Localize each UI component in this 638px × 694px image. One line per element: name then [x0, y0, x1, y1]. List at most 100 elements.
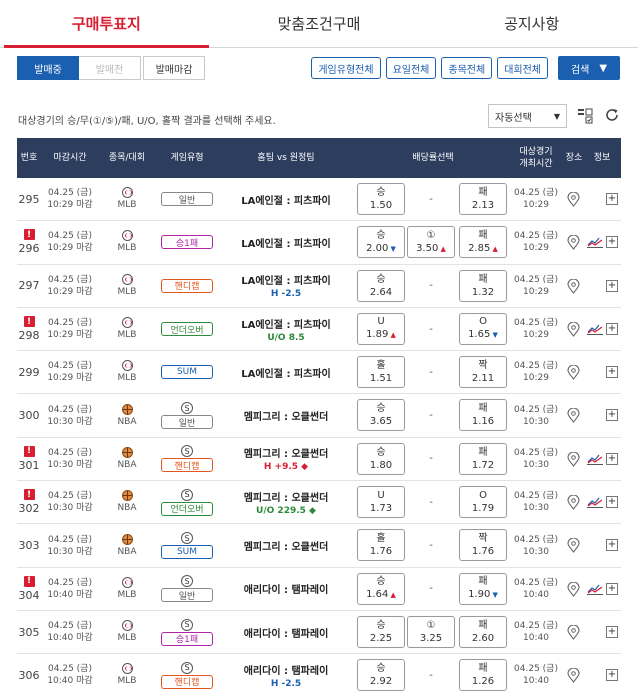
- tab-custom-purchase[interactable]: 맞춤조건구매: [213, 0, 426, 47]
- odds-button[interactable]: 패 2.85 ▲: [459, 226, 507, 259]
- match-cell: 애리다이 : 탬파레이 H -2.5: [219, 654, 353, 694]
- odds-button[interactable]: 승 2.92: [357, 659, 405, 692]
- expand-plus-icon[interactable]: +: [606, 539, 618, 552]
- location-pin-icon[interactable]: [567, 538, 580, 554]
- odds-value-row: 1.89 ▲: [366, 328, 396, 342]
- odds-button[interactable]: 홀 1.51: [357, 356, 405, 389]
- tab-notice[interactable]: 공지사항: [425, 0, 638, 47]
- baseball-icon: [121, 273, 133, 285]
- expand-plus-icon[interactable]: +: [606, 625, 618, 638]
- odds-chart-icon[interactable]: [587, 496, 603, 509]
- odds-button[interactable]: 패 1.72: [459, 442, 507, 475]
- arrow-down-icon: ▼: [490, 591, 498, 600]
- odds-chart-icon[interactable]: [587, 236, 603, 249]
- expand-plus-icon[interactable]: +: [606, 496, 618, 509]
- odds-button[interactable]: 승 2.00 ▼: [357, 226, 405, 259]
- expand-plus-icon[interactable]: +: [606, 452, 618, 465]
- location-pin-icon[interactable]: [567, 235, 580, 251]
- odds-button[interactable]: 승 1.50: [357, 183, 405, 215]
- odds-value: 2.00: [366, 242, 389, 254]
- odds-button[interactable]: 패 1.16: [459, 399, 507, 432]
- odds-button[interactable]: 짝 1.76: [459, 529, 507, 562]
- search-button[interactable]: 검색 ▼: [558, 56, 620, 80]
- location-pin-icon[interactable]: [567, 581, 580, 597]
- location-pin-icon[interactable]: [567, 278, 580, 294]
- odds-chart-icon[interactable]: [587, 583, 603, 595]
- league-name: MLB: [117, 373, 137, 384]
- odds-value: 2.92: [369, 676, 393, 688]
- row-number-cell: 305: [17, 611, 41, 653]
- row-number: 299: [18, 365, 40, 379]
- match-teams: LA에인절 : 피츠파이: [241, 276, 331, 288]
- location-pin-icon[interactable]: [567, 192, 580, 207]
- odds-button[interactable]: O 1.65 ▼: [459, 312, 507, 345]
- game-type-badge: 핸디캡: [161, 278, 213, 293]
- expand-plus-icon[interactable]: +: [606, 193, 618, 205]
- on-sale-tab[interactable]: 발매중: [17, 56, 79, 80]
- row-number-cell: 300: [17, 394, 41, 436]
- league-filter[interactable]: 대회전체: [497, 57, 548, 79]
- auto-select-dropdown[interactable]: 자동선택 ▼: [488, 104, 567, 128]
- expand-plus-icon[interactable]: +: [606, 279, 618, 292]
- odds-button[interactable]: 짝 2.11: [459, 356, 507, 389]
- odds-button[interactable]: 승 3.65: [357, 399, 405, 432]
- odds-chart-icon[interactable]: [587, 323, 603, 335]
- odds-label: 패: [478, 663, 488, 675]
- pre-sale-tab[interactable]: 발매전: [79, 56, 141, 80]
- day-filter[interactable]: 요일전체: [385, 57, 437, 79]
- location-pin-icon[interactable]: [567, 451, 580, 467]
- deadline-time: 10:29 마감: [47, 200, 93, 211]
- location-pin-icon[interactable]: [567, 495, 580, 510]
- row-number: 302: [18, 502, 40, 516]
- location-pin-icon[interactable]: [567, 624, 580, 640]
- game-type-filter[interactable]: 게임유형전체: [311, 57, 381, 79]
- odds-label: O: [479, 316, 487, 328]
- expand-plus-icon[interactable]: +: [606, 322, 618, 335]
- odds-button[interactable]: O 1.79: [459, 486, 507, 519]
- odds-value: 1.65: [468, 329, 491, 341]
- match-cell: 멤피그리 : 오클썬더: [219, 524, 353, 566]
- league-name: NBA: [117, 459, 137, 470]
- location-pin-icon[interactable]: [567, 668, 580, 684]
- odds-button[interactable]: 승 2.25: [357, 615, 405, 648]
- row-number: 303: [18, 539, 40, 553]
- expand-plus-icon[interactable]: +: [606, 366, 618, 379]
- odds-button[interactable]: 패 1.90 ▼: [459, 572, 507, 605]
- odds-button[interactable]: 승 2.64: [357, 269, 405, 302]
- odds-button[interactable]: 패 2.60: [459, 615, 507, 648]
- odds-button[interactable]: ① 3.25: [407, 615, 455, 648]
- sport-filter[interactable]: 종목전체: [441, 57, 493, 79]
- start-time: 10:29: [523, 330, 549, 341]
- odds-button[interactable]: 홀 1.76: [357, 529, 405, 562]
- sale-closed-tab[interactable]: 발매마감: [143, 56, 205, 80]
- expand-plus-icon[interactable]: +: [606, 236, 618, 249]
- deadline-date: 04.25 (금): [48, 621, 92, 632]
- filter-bar: 게임유형전체 요일전체 종목전체 대회전체: [311, 57, 548, 79]
- odds-button[interactable]: ① 3.50 ▲: [407, 226, 455, 259]
- odds-button[interactable]: U 1.73: [357, 486, 405, 519]
- expand-plus-icon[interactable]: +: [606, 582, 618, 595]
- odds-button[interactable]: 승 1.80: [357, 442, 405, 475]
- location-pin-icon[interactable]: [567, 321, 580, 337]
- location-pin-icon[interactable]: [567, 408, 580, 424]
- odds-button[interactable]: 패 2.13: [459, 183, 507, 215]
- game-type-cell: 언더오버: [155, 308, 219, 350]
- expand-plus-icon[interactable]: +: [606, 409, 618, 422]
- odds-chart-icon[interactable]: [587, 453, 603, 465]
- deadline-date: 04.25 (금): [48, 491, 92, 502]
- deadline-time: 10:30 마감: [47, 416, 93, 427]
- deadline-time: 10:29 마감: [47, 330, 93, 341]
- odds-button[interactable]: 승 1.64 ▲: [357, 572, 405, 605]
- tab-purchase-slip[interactable]: 구매투표지: [0, 0, 213, 48]
- odds-button[interactable]: 패 1.26: [459, 659, 507, 692]
- grid-view-icon[interactable]: [577, 108, 593, 124]
- match-teams: LA에인절 : 피츠파이: [241, 238, 331, 250]
- expand-plus-icon[interactable]: +: [606, 669, 618, 682]
- odds-button[interactable]: U 1.89 ▲: [357, 312, 405, 345]
- odds-button[interactable]: 패 1.32: [459, 269, 507, 302]
- odds-value: 3.65: [369, 416, 393, 428]
- refresh-icon[interactable]: [604, 107, 620, 123]
- location-pin-icon[interactable]: [567, 365, 580, 381]
- start-time: 10:29: [523, 200, 549, 211]
- odds-label: 승: [376, 403, 386, 415]
